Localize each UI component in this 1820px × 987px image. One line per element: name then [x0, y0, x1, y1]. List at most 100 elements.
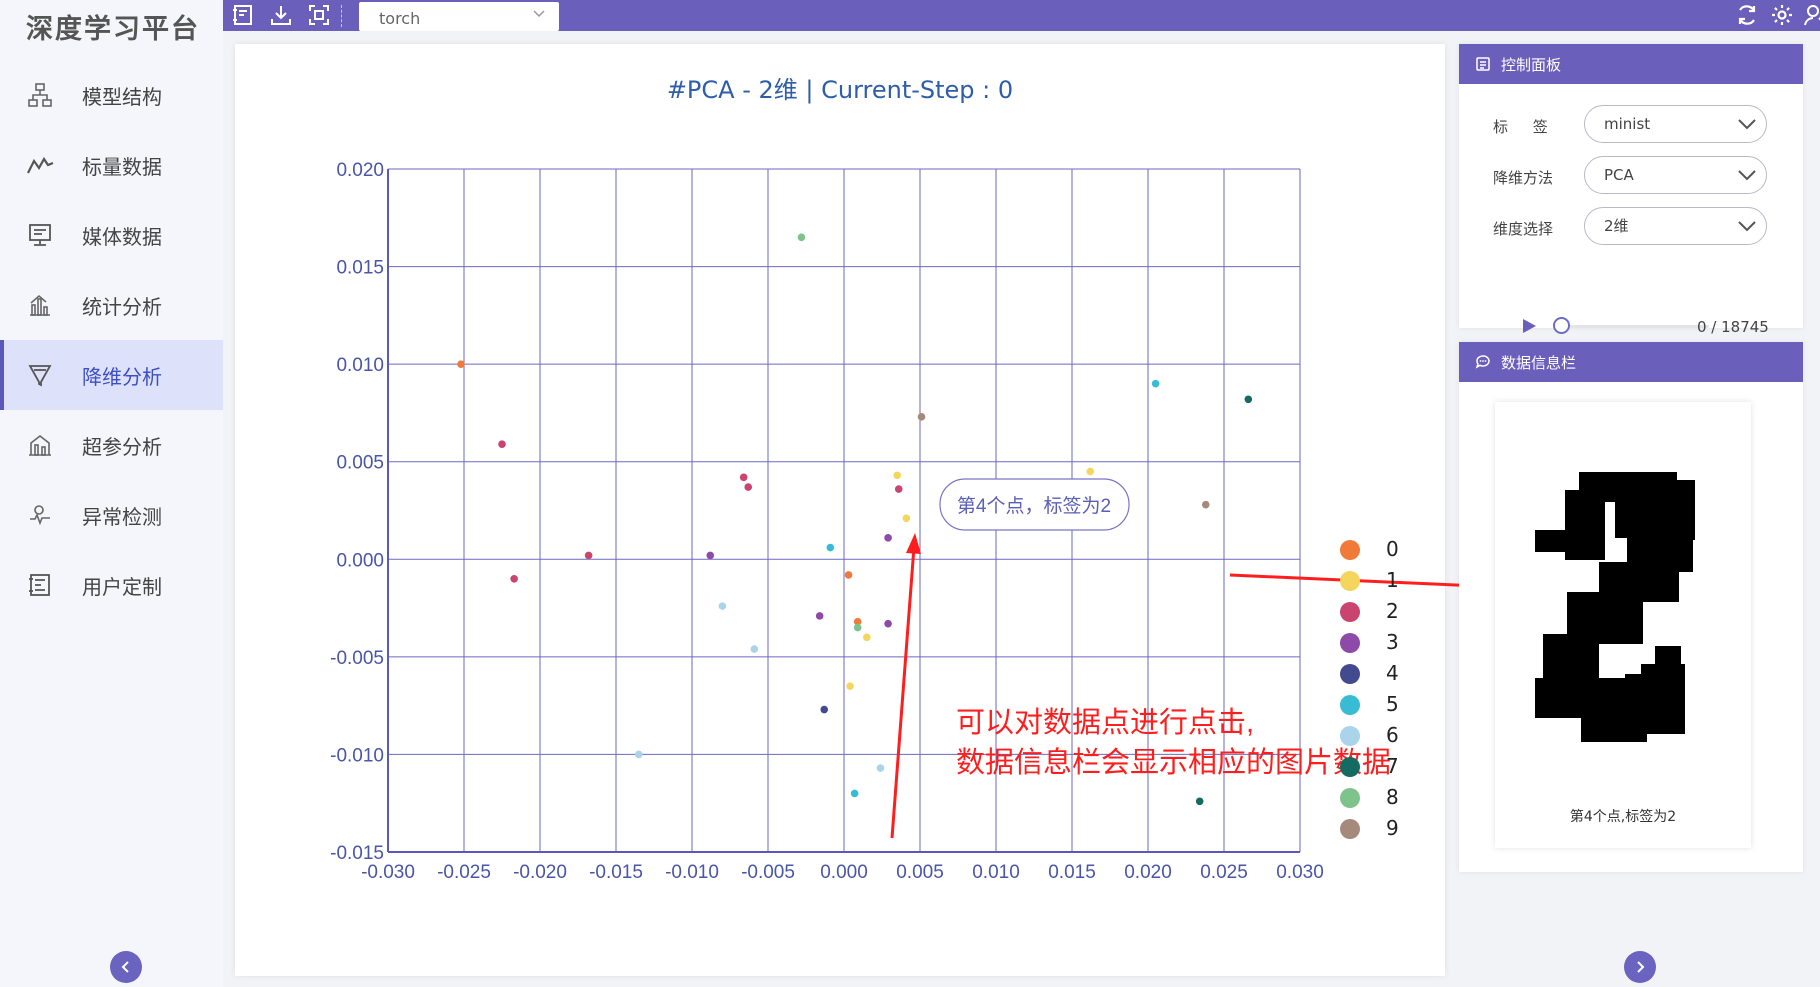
scatter-point-label-6[interactable]: [876, 764, 885, 772]
legend-label: 0: [1386, 537, 1399, 561]
sidebar-item-label: 异常检测: [82, 504, 162, 529]
run-select[interactable]: torch: [359, 2, 559, 31]
sidebar-item-statistics[interactable]: 统计分析: [0, 270, 223, 340]
scatter-point-label-5[interactable]: [1151, 379, 1160, 388]
sidebar-item-media-data[interactable]: 媒体数据: [0, 200, 223, 270]
sidebar-item-model-structure[interactable]: 模型结构: [0, 60, 223, 130]
sidebar-item-label: 超参分析: [82, 434, 162, 459]
settings-gear-icon[interactable]: [1770, 3, 1794, 27]
export-config-icon[interactable]: [231, 3, 255, 27]
label-select[interactable]: minist: [1584, 105, 1767, 143]
top-toolbar: torch: [223, 0, 1820, 31]
method-select[interactable]: PCA: [1584, 156, 1767, 194]
legend-item-6[interactable]: 6: [1340, 721, 1420, 751]
fullscreen-icon[interactable]: [307, 3, 331, 27]
chevron-down-icon: [533, 10, 545, 18]
bar-chart-icon: [30, 294, 50, 316]
collapse-right-panel-button[interactable]: [1624, 951, 1656, 983]
sidebar-item-label: 统计分析: [82, 294, 162, 319]
legend-swatch: [1340, 633, 1360, 653]
sidebar-item-label: 降维分析: [82, 364, 162, 389]
sidebar-item-dim-reduction[interactable]: 降维分析: [0, 340, 223, 410]
legend-label: 3: [1386, 630, 1399, 654]
scatter-point-label-1[interactable]: [893, 471, 901, 480]
scatter-point-label-1[interactable]: [1086, 467, 1095, 476]
scatter-point-label-2[interactable]: [498, 440, 506, 448]
control-panel: 控制面板 标 签 minist 降维方法 PCA 维度选择 2维 0 / 187…: [1459, 44, 1803, 336]
legend-swatch: [1340, 757, 1360, 777]
collapse-sidebar-button[interactable]: [110, 951, 142, 983]
dimension-select[interactable]: 2维: [1584, 207, 1767, 245]
sidebar-item-scalar-data[interactable]: 标量数据: [0, 130, 223, 200]
scatter-point-label-5[interactable]: [826, 543, 835, 552]
scatter-point-label-2[interactable]: [584, 551, 593, 560]
legend-swatch: [1340, 664, 1360, 684]
scatter-point-label-3[interactable]: [815, 612, 824, 620]
scatter-point-label-6[interactable]: [635, 750, 643, 759]
step-slider-thumb[interactable]: [1553, 317, 1570, 334]
legend-swatch: [1340, 788, 1360, 808]
sidebar-item-label: 用户定制: [82, 574, 162, 599]
scatter-point-label-7[interactable]: [1244, 395, 1253, 404]
legend-item-4[interactable]: 4: [1340, 659, 1420, 689]
scatter-point-label-4[interactable]: [820, 705, 829, 714]
scatter-point-label-0[interactable]: [844, 571, 853, 579]
legend-item-5[interactable]: 5: [1340, 690, 1420, 720]
sidebar-item-label: 媒体数据: [82, 224, 162, 249]
chart-title: #PCA - 2维 | Current-Step : 0: [666, 76, 1014, 104]
data-info-panel: 数据信息栏 第4个点,标签为2: [1459, 342, 1803, 872]
scatter-point-label-1[interactable]: [863, 633, 871, 642]
sample-image-card: 第4个点,标签为2: [1495, 402, 1751, 848]
scatter-point-label-0[interactable]: [457, 360, 465, 368]
user-status-icon[interactable]: [1803, 3, 1820, 27]
anomaly-icon: [30, 505, 50, 526]
refresh-icon[interactable]: [1735, 3, 1759, 27]
play-icon[interactable]: [1519, 316, 1539, 336]
legend-item-9[interactable]: 9: [1340, 814, 1420, 844]
hyperparam-icon: [29, 434, 51, 456]
chevron-right-icon: [1637, 961, 1645, 973]
scatter-point-label-5[interactable]: [850, 789, 859, 798]
scatter-point-label-2[interactable]: [744, 483, 753, 491]
legend-swatch: [1340, 540, 1360, 560]
download-icon[interactable]: [269, 3, 293, 27]
legend-label: 7: [1386, 754, 1399, 778]
step-progress-text: 0 / 18745: [1697, 318, 1769, 336]
legend-swatch: [1340, 726, 1360, 746]
scatter-point-label-7[interactable]: [1195, 797, 1204, 806]
dimension-select-value: 2维: [1604, 217, 1629, 235]
funnel-icon: [28, 365, 52, 387]
legend-label: 2: [1386, 599, 1399, 623]
scatter-point-label-3[interactable]: [884, 534, 892, 542]
scatter-point-label-1[interactable]: [846, 682, 854, 690]
sidebar-item-custom[interactable]: 用户定制: [0, 550, 223, 620]
dimension-row: 维度选择 2维: [1459, 207, 1803, 247]
scatter-point-label-8[interactable]: [797, 233, 806, 242]
scatter-point-label-9[interactable]: [917, 413, 926, 421]
sidebar-item-hyperparam[interactable]: 超参分析: [0, 410, 223, 480]
scatter-point-label-2[interactable]: [510, 575, 518, 583]
legend-label: 1: [1386, 568, 1399, 592]
legend-item-3[interactable]: 3: [1340, 628, 1420, 658]
step-slider-track[interactable]: [1553, 325, 1709, 328]
legend-swatch: [1340, 602, 1360, 622]
scatter-point-label-3[interactable]: [884, 619, 892, 628]
legend-item-2[interactable]: 2: [1340, 597, 1420, 627]
scatter-point-label-1[interactable]: [902, 514, 911, 523]
legend-swatch: [1340, 571, 1360, 591]
sidebar-item-anomaly[interactable]: 异常检测: [0, 480, 223, 550]
legend-item-0[interactable]: 0: [1340, 535, 1420, 565]
legend-item-1[interactable]: 1: [1340, 566, 1420, 596]
scatter-point-label-6[interactable]: [718, 602, 727, 610]
scatter-point-label-2[interactable]: [894, 485, 903, 493]
scatter-point-label-8[interactable]: [853, 623, 862, 632]
scatter-point-label-2[interactable]: [739, 473, 748, 482]
scatter-point-label-6[interactable]: [750, 645, 759, 653]
panel-icon: [1476, 57, 1490, 71]
scatter-point-label-3[interactable]: [706, 551, 715, 560]
legend-item-8[interactable]: 8: [1340, 783, 1420, 813]
custom-icon: [29, 574, 50, 596]
scatter-point-label-9[interactable]: [1201, 500, 1210, 509]
sidebar: 深度学习平台 模型结构 标量数据 媒体数据 统计分析 降维分析 超参分析 异常检…: [0, 0, 223, 987]
legend-item-7[interactable]: 7: [1340, 752, 1420, 782]
